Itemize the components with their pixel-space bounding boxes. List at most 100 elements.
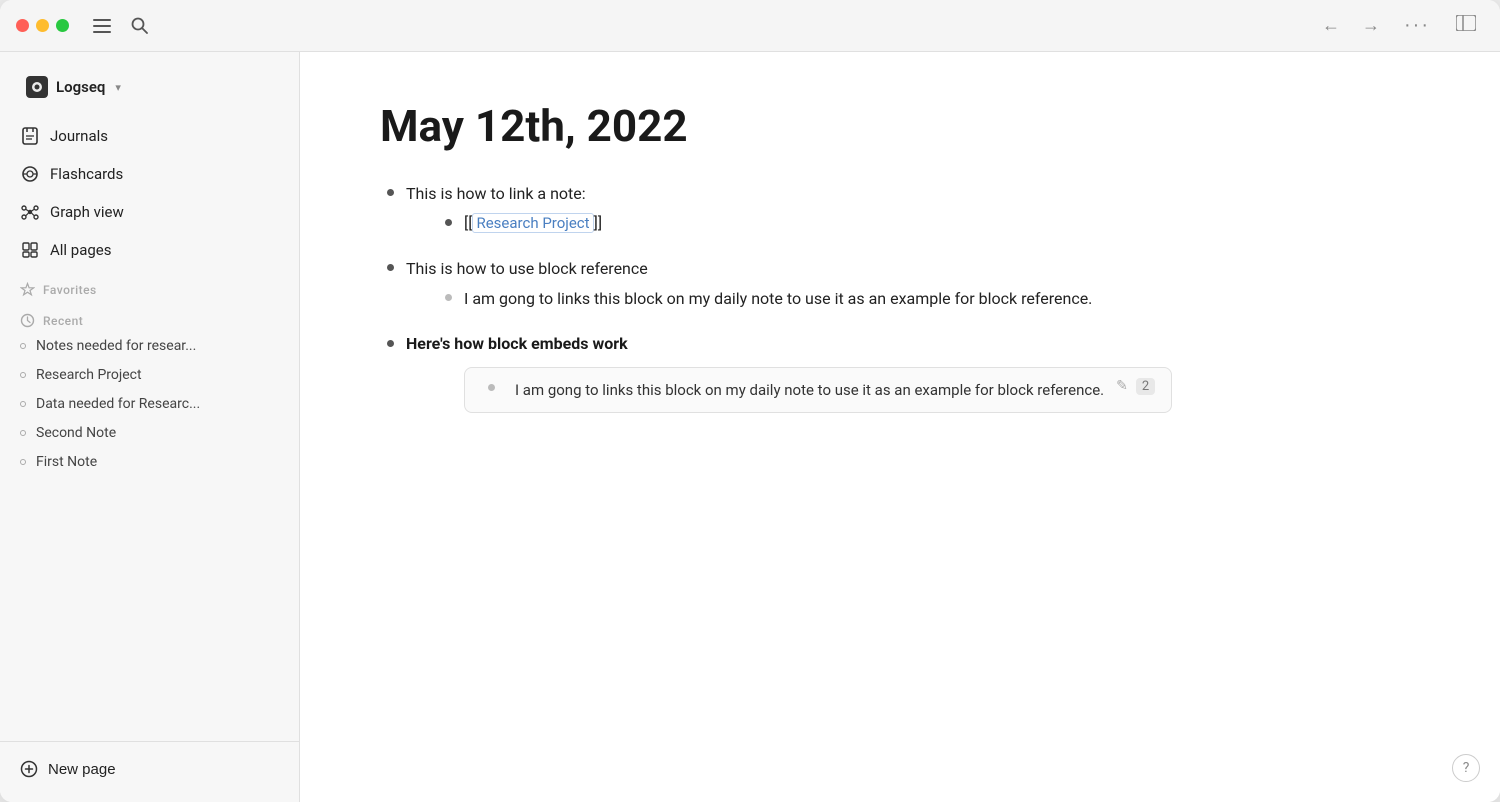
recent-item-label: First Note: [36, 454, 97, 470]
embed-count-badge: 2: [1136, 378, 1155, 395]
bullet-dot-icon: [387, 189, 394, 196]
favorites-section-label: Favorites: [8, 270, 291, 301]
recent-item-label: Notes needed for resear...: [36, 338, 196, 354]
bullet-1: [380, 183, 400, 203]
traffic-lights: [16, 19, 69, 32]
sidebar: Logseq ▾ Journals: [0, 52, 300, 802]
graph-view-icon: [20, 202, 40, 222]
hamburger-icon: [93, 19, 111, 33]
titlebar-left: [16, 13, 154, 38]
research-project-link[interactable]: Research Project: [472, 213, 593, 233]
all-pages-label: All pages: [50, 241, 112, 259]
search-button[interactable]: [125, 13, 154, 38]
bullet-dot-light-icon: [445, 294, 452, 301]
block-3-content: Here's how block embeds work I am gong t…: [406, 331, 1172, 429]
recent-dot-icon: [20, 430, 26, 436]
block-1-1-item: [[Research Project]]: [438, 210, 602, 236]
content-area: May 12th, 2022 This is how to link a not…: [300, 52, 1500, 802]
help-button[interactable]: ?: [1452, 754, 1480, 782]
recent-item-label: Data needed for Researc...: [36, 396, 200, 412]
journals-icon: [20, 126, 40, 146]
new-page-label: New page: [48, 761, 116, 778]
recent-item-notes-needed[interactable]: Notes needed for resear...: [8, 332, 291, 360]
bullet-dot-icon: [387, 340, 394, 347]
new-page-button[interactable]: New page: [8, 752, 291, 786]
recent-icon: [20, 313, 35, 328]
graph-view-label: Graph view: [50, 203, 124, 221]
sidebar-toggle-icon: [1456, 15, 1476, 31]
page-title: May 12th, 2022: [380, 100, 1420, 153]
bullet-dot-icon: [387, 264, 394, 271]
block-2-text: This is how to use block reference: [406, 259, 648, 278]
recent-item-second-note[interactable]: Second Note: [8, 419, 291, 447]
app-window: ← → ···: [0, 0, 1500, 802]
embed-edit-icon[interactable]: ✎: [1116, 378, 1128, 394]
embed-block-text: I am gong to links this block on my dail…: [515, 378, 1104, 402]
block-2-content: This is how to use block reference I am …: [406, 256, 1092, 321]
embed-block-actions: ✎ 2: [1116, 378, 1155, 395]
sidebar-item-all-pages[interactable]: All pages: [8, 232, 291, 268]
recent-item-research-project[interactable]: Research Project: [8, 361, 291, 389]
hamburger-menu-button[interactable]: [87, 15, 117, 37]
embed-bullet: [481, 378, 501, 398]
new-page-plus-icon: [20, 760, 38, 778]
recent-dot-icon: [20, 343, 26, 349]
recent-dot-icon: [20, 372, 26, 378]
recent-item-data-needed[interactable]: Data needed for Researc...: [8, 390, 291, 418]
sidebar-item-journals[interactable]: Journals: [8, 118, 291, 154]
star-icon: [20, 282, 35, 297]
recent-item-label: Second Note: [36, 425, 116, 441]
bullet-3: [380, 333, 400, 353]
flashcards-icon: [20, 164, 40, 184]
block-item-2: This is how to use block reference I am …: [380, 256, 1420, 321]
logseq-logo-icon: [26, 76, 48, 98]
link-suffix: ]]: [594, 213, 602, 232]
embed-block: I am gong to links this block on my dail…: [464, 367, 1172, 413]
block-1-content: This is how to link a note: [[Research P…: [406, 181, 602, 246]
logseq-brand[interactable]: Logseq ▾: [16, 68, 283, 106]
block-3-1-item: I am gong to links this block on my dail…: [406, 361, 1172, 419]
brand-chevron-icon: ▾: [115, 81, 121, 94]
recent-item-first-note[interactable]: First Note: [8, 448, 291, 476]
block-list: This is how to link a note: [[Research P…: [380, 181, 1420, 429]
bullet-1-1: [438, 212, 458, 232]
sidebar-header: Logseq ▾: [0, 52, 299, 114]
bullet-2: [380, 258, 400, 278]
sidebar-nav: Journals Flashcards: [0, 114, 299, 741]
recent-item-label: Research Project: [36, 367, 142, 383]
bullet-2-1: [438, 288, 458, 308]
maximize-traffic-light[interactable]: [56, 19, 69, 32]
sidebar-toggle-button[interactable]: [1448, 11, 1484, 40]
recent-dot-icon: [20, 401, 26, 407]
embed-block-content: I am gong to links this block on my dail…: [481, 378, 1104, 402]
close-traffic-light[interactable]: [16, 19, 29, 32]
block-2-children: I am gong to links this block on my dail…: [438, 286, 1092, 312]
block-2-1-text: I am gong to links this block on my dail…: [464, 286, 1092, 312]
all-pages-icon: [20, 240, 40, 260]
flashcards-label: Flashcards: [50, 165, 123, 183]
sidebar-item-graph-view[interactable]: Graph view: [8, 194, 291, 230]
block-3-text: Here's how block embeds work: [406, 334, 628, 353]
titlebar-right: ← → ···: [1316, 10, 1484, 41]
journals-label: Journals: [50, 127, 108, 145]
recent-section-label: Recent: [8, 301, 291, 332]
block-3-children: I am gong to links this block on my dail…: [406, 361, 1172, 419]
forward-button[interactable]: →: [1356, 11, 1386, 40]
back-button[interactable]: ←: [1316, 11, 1346, 40]
more-options-button[interactable]: ···: [1396, 10, 1438, 41]
block-2-1-item: I am gong to links this block on my dail…: [438, 286, 1092, 312]
main-layout: Logseq ▾ Journals: [0, 52, 1500, 802]
block-item-3: Here's how block embeds work I am gong t…: [380, 331, 1420, 429]
sidebar-bottom: New page: [0, 741, 299, 802]
titlebar: ← → ···: [0, 0, 1500, 52]
block-1-children: [[Research Project]]: [438, 210, 602, 236]
block-1-text: This is how to link a note:: [406, 184, 586, 203]
recent-dot-icon: [20, 459, 26, 465]
search-icon: [131, 17, 148, 34]
block-1-1-text: [[Research Project]]: [464, 210, 602, 236]
brand-text: Logseq: [56, 78, 105, 96]
logseq-logo-svg: [30, 80, 44, 94]
minimize-traffic-light[interactable]: [36, 19, 49, 32]
sidebar-item-flashcards[interactable]: Flashcards: [8, 156, 291, 192]
embed-bullet-dot-icon: [488, 384, 495, 391]
